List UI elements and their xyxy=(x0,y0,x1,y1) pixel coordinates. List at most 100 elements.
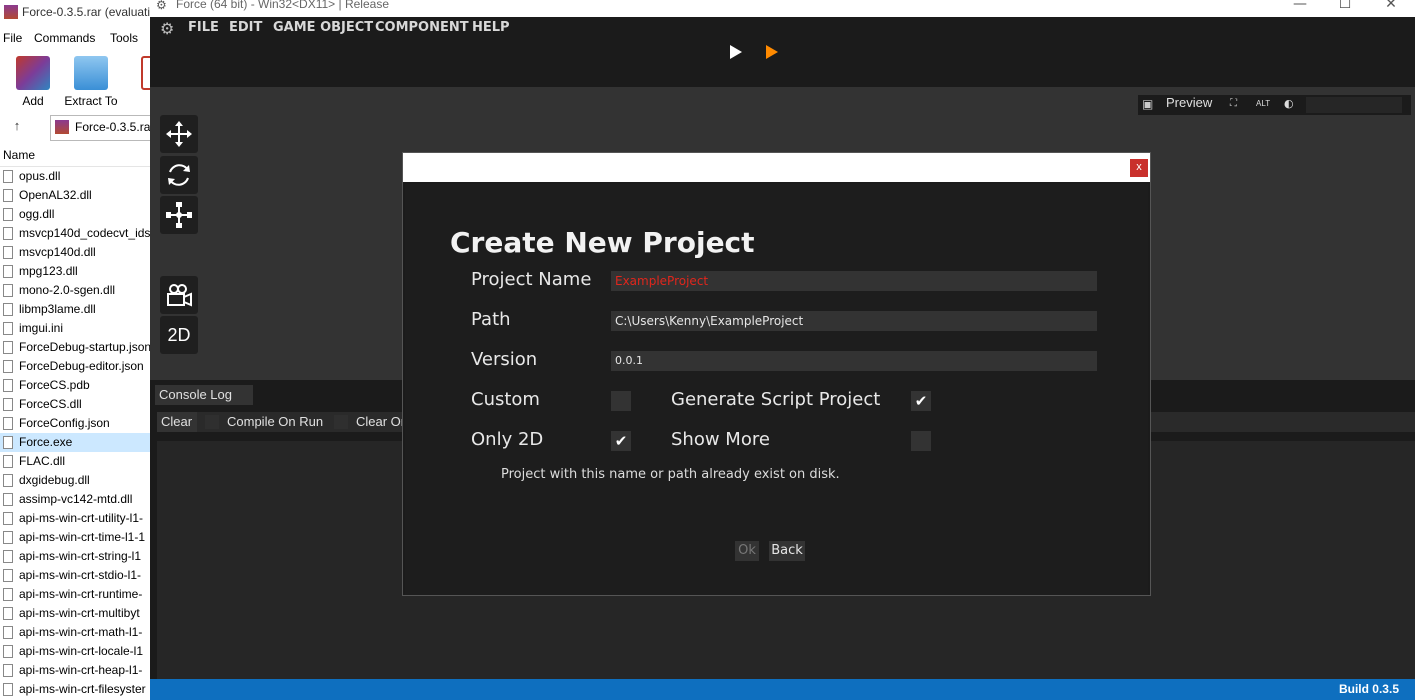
file-row[interactable]: mpg123.dll xyxy=(0,262,150,281)
file-name: dxgidebug.dll xyxy=(19,473,90,487)
preview-toolbar: ▣ Preview ⛶ ALT ◐ xyxy=(1138,95,1411,115)
camera-tool-button[interactable] xyxy=(160,276,198,314)
generate-script-label: Generate Script Project xyxy=(671,389,881,410)
up-arrow-icon[interactable]: ↑ xyxy=(8,118,26,136)
winrar-menu-commands[interactable]: Commands xyxy=(34,31,95,45)
file-icon xyxy=(3,493,13,506)
file-row[interactable]: opus.dll xyxy=(0,167,150,186)
winrar-menu-tools[interactable]: Tools xyxy=(110,31,138,45)
address-bar[interactable]: Force-0.3.5.rar xyxy=(50,115,150,141)
preview-label[interactable]: Preview xyxy=(1166,95,1212,110)
file-row[interactable]: msvcp140d_codecvt_ids. xyxy=(0,224,150,243)
preview-field[interactable] xyxy=(1306,97,1402,113)
compile-on-run-checkbox[interactable] xyxy=(205,415,219,429)
file-row[interactable]: api-ms-win-crt-multibyt xyxy=(0,604,150,623)
dialog-close-button[interactable]: x xyxy=(1130,159,1148,177)
console-log-tab[interactable]: Console Log xyxy=(155,385,253,405)
clear-button[interactable]: Clear xyxy=(157,412,197,432)
file-row[interactable]: Force.exe xyxy=(0,433,150,452)
file-row[interactable]: OpenAL32.dll xyxy=(0,186,150,205)
file-row[interactable]: mono-2.0-sgen.dll xyxy=(0,281,150,300)
file-row[interactable]: api-ms-win-crt-stdio-l1- xyxy=(0,566,150,585)
gizmo-icon[interactable]: ◐ xyxy=(1284,97,1294,110)
file-name: api-ms-win-crt-string-l1 xyxy=(19,549,142,563)
file-row[interactable]: api-ms-win-crt-heap-l1- xyxy=(0,661,150,680)
force-app-icon: ⚙ xyxy=(156,0,167,12)
menu-edit[interactable]: EDIT xyxy=(229,20,262,35)
status-bar: Build 0.3.5 xyxy=(150,679,1415,700)
file-row[interactable]: ForceDebug-editor.json xyxy=(0,357,150,376)
close-window-button[interactable]: ✕ xyxy=(1368,0,1414,16)
ok-button[interactable]: Ok xyxy=(735,541,759,561)
only-2d-label: Only 2D xyxy=(471,429,544,450)
maximize-view-icon[interactable]: ⛶ xyxy=(1230,98,1237,109)
scale-tool-button[interactable] xyxy=(160,196,198,234)
path-label: Path xyxy=(471,309,511,330)
file-row[interactable]: api-ms-win-crt-time-l1-1 xyxy=(0,528,150,547)
menu-file[interactable]: FILE xyxy=(188,20,219,35)
file-row[interactable]: api-ms-win-crt-math-l1- xyxy=(0,623,150,642)
file-row[interactable]: api-ms-win-crt-runtime- xyxy=(0,585,150,604)
file-icon xyxy=(3,569,13,582)
path-field[interactable]: C:\Users\Kenny\ExampleProject xyxy=(611,311,1097,331)
2d-mode-button[interactable]: 2D xyxy=(160,316,198,354)
generate-script-checkbox[interactable]: ✔ xyxy=(911,391,931,411)
menu-game-object[interactable]: GAME OBJECT xyxy=(273,20,373,35)
file-row[interactable]: api-ms-win-crt-utility-l1- xyxy=(0,509,150,528)
file-row[interactable]: ForceConfig.json xyxy=(0,414,150,433)
file-row[interactable]: api-ms-win-crt-string-l1 xyxy=(0,547,150,566)
clear-on-checkbox[interactable] xyxy=(334,415,348,429)
menu-component[interactable]: COMPONENT xyxy=(375,20,469,35)
play-orange-icon[interactable] xyxy=(766,45,778,59)
winrar-menu-file[interactable]: File xyxy=(3,31,22,45)
extract-to-button[interactable]: Extract To xyxy=(61,54,121,108)
add-button[interactable]: Add xyxy=(3,54,63,108)
file-icon xyxy=(3,360,13,373)
file-row[interactable]: libmp3lame.dll xyxy=(0,300,150,319)
force-titlebar: ⚙ Force (64 bit) - Win32<DX11> | Release… xyxy=(150,0,1415,17)
file-icon xyxy=(3,303,13,316)
maximize-button[interactable]: ☐ xyxy=(1322,0,1368,16)
file-icon xyxy=(3,607,13,620)
file-name: api-ms-win-crt-utility-l1- xyxy=(19,511,144,525)
test-button[interactable]: Te xyxy=(128,54,150,106)
file-row[interactable]: assimp-vc142-mtd.dll xyxy=(0,490,150,509)
project-name-field[interactable]: ExampleProject xyxy=(611,271,1097,291)
file-name: ForceCS.pdb xyxy=(19,378,90,392)
play-icon[interactable] xyxy=(730,45,742,59)
file-icon xyxy=(3,170,13,183)
file-name: api-ms-win-crt-math-l1- xyxy=(19,625,143,639)
file-row[interactable]: imgui.ini xyxy=(0,319,150,338)
show-more-checkbox[interactable] xyxy=(911,431,931,451)
move-tool-button[interactable] xyxy=(160,115,198,153)
file-icon xyxy=(3,436,13,449)
winrar-titlebar: Force-0.3.5.rar (evaluatio xyxy=(0,0,150,24)
file-icon xyxy=(3,189,13,202)
alt-badge[interactable]: ALT xyxy=(1256,99,1270,108)
only-2d-checkbox[interactable]: ✔ xyxy=(611,431,631,451)
custom-checkbox[interactable] xyxy=(611,391,631,411)
file-row[interactable]: api-ms-win-crt-filesyster xyxy=(0,680,150,699)
column-header-name[interactable]: Name xyxy=(0,146,150,167)
menu-help[interactable]: HELP xyxy=(472,20,510,35)
file-row[interactable]: api-ms-win-crt-locale-l1 xyxy=(0,642,150,661)
file-row[interactable]: ForceCS.pdb xyxy=(0,376,150,395)
force-menubar: ⚙ FILE EDIT GAME OBJECT COMPONENT HELP xyxy=(150,17,1415,85)
minimize-button[interactable]: — xyxy=(1277,0,1323,16)
file-row[interactable]: FLAC.dll xyxy=(0,452,150,471)
file-row[interactable]: dxgidebug.dll xyxy=(0,471,150,490)
file-row[interactable]: ForceDebug-startup.json xyxy=(0,338,150,357)
folder-extract-icon xyxy=(74,56,108,90)
file-name: msvcp140d_codecvt_ids. xyxy=(19,226,150,240)
file-icon xyxy=(3,683,13,696)
file-name: assimp-vc142-mtd.dll xyxy=(19,492,133,506)
back-button[interactable]: Back xyxy=(769,541,805,561)
file-row[interactable]: msvcp140d.dll xyxy=(0,243,150,262)
file-row[interactable]: ogg.dll xyxy=(0,205,150,224)
file-row[interactable]: ForceCS.dll xyxy=(0,395,150,414)
file-name: api-ms-win-crt-filesyster xyxy=(19,682,146,696)
version-field[interactable]: 0.0.1 xyxy=(611,351,1097,371)
file-name: ForceDebug-startup.json xyxy=(19,340,150,354)
file-name: opus.dll xyxy=(19,169,61,183)
rotate-tool-button[interactable] xyxy=(160,156,198,194)
